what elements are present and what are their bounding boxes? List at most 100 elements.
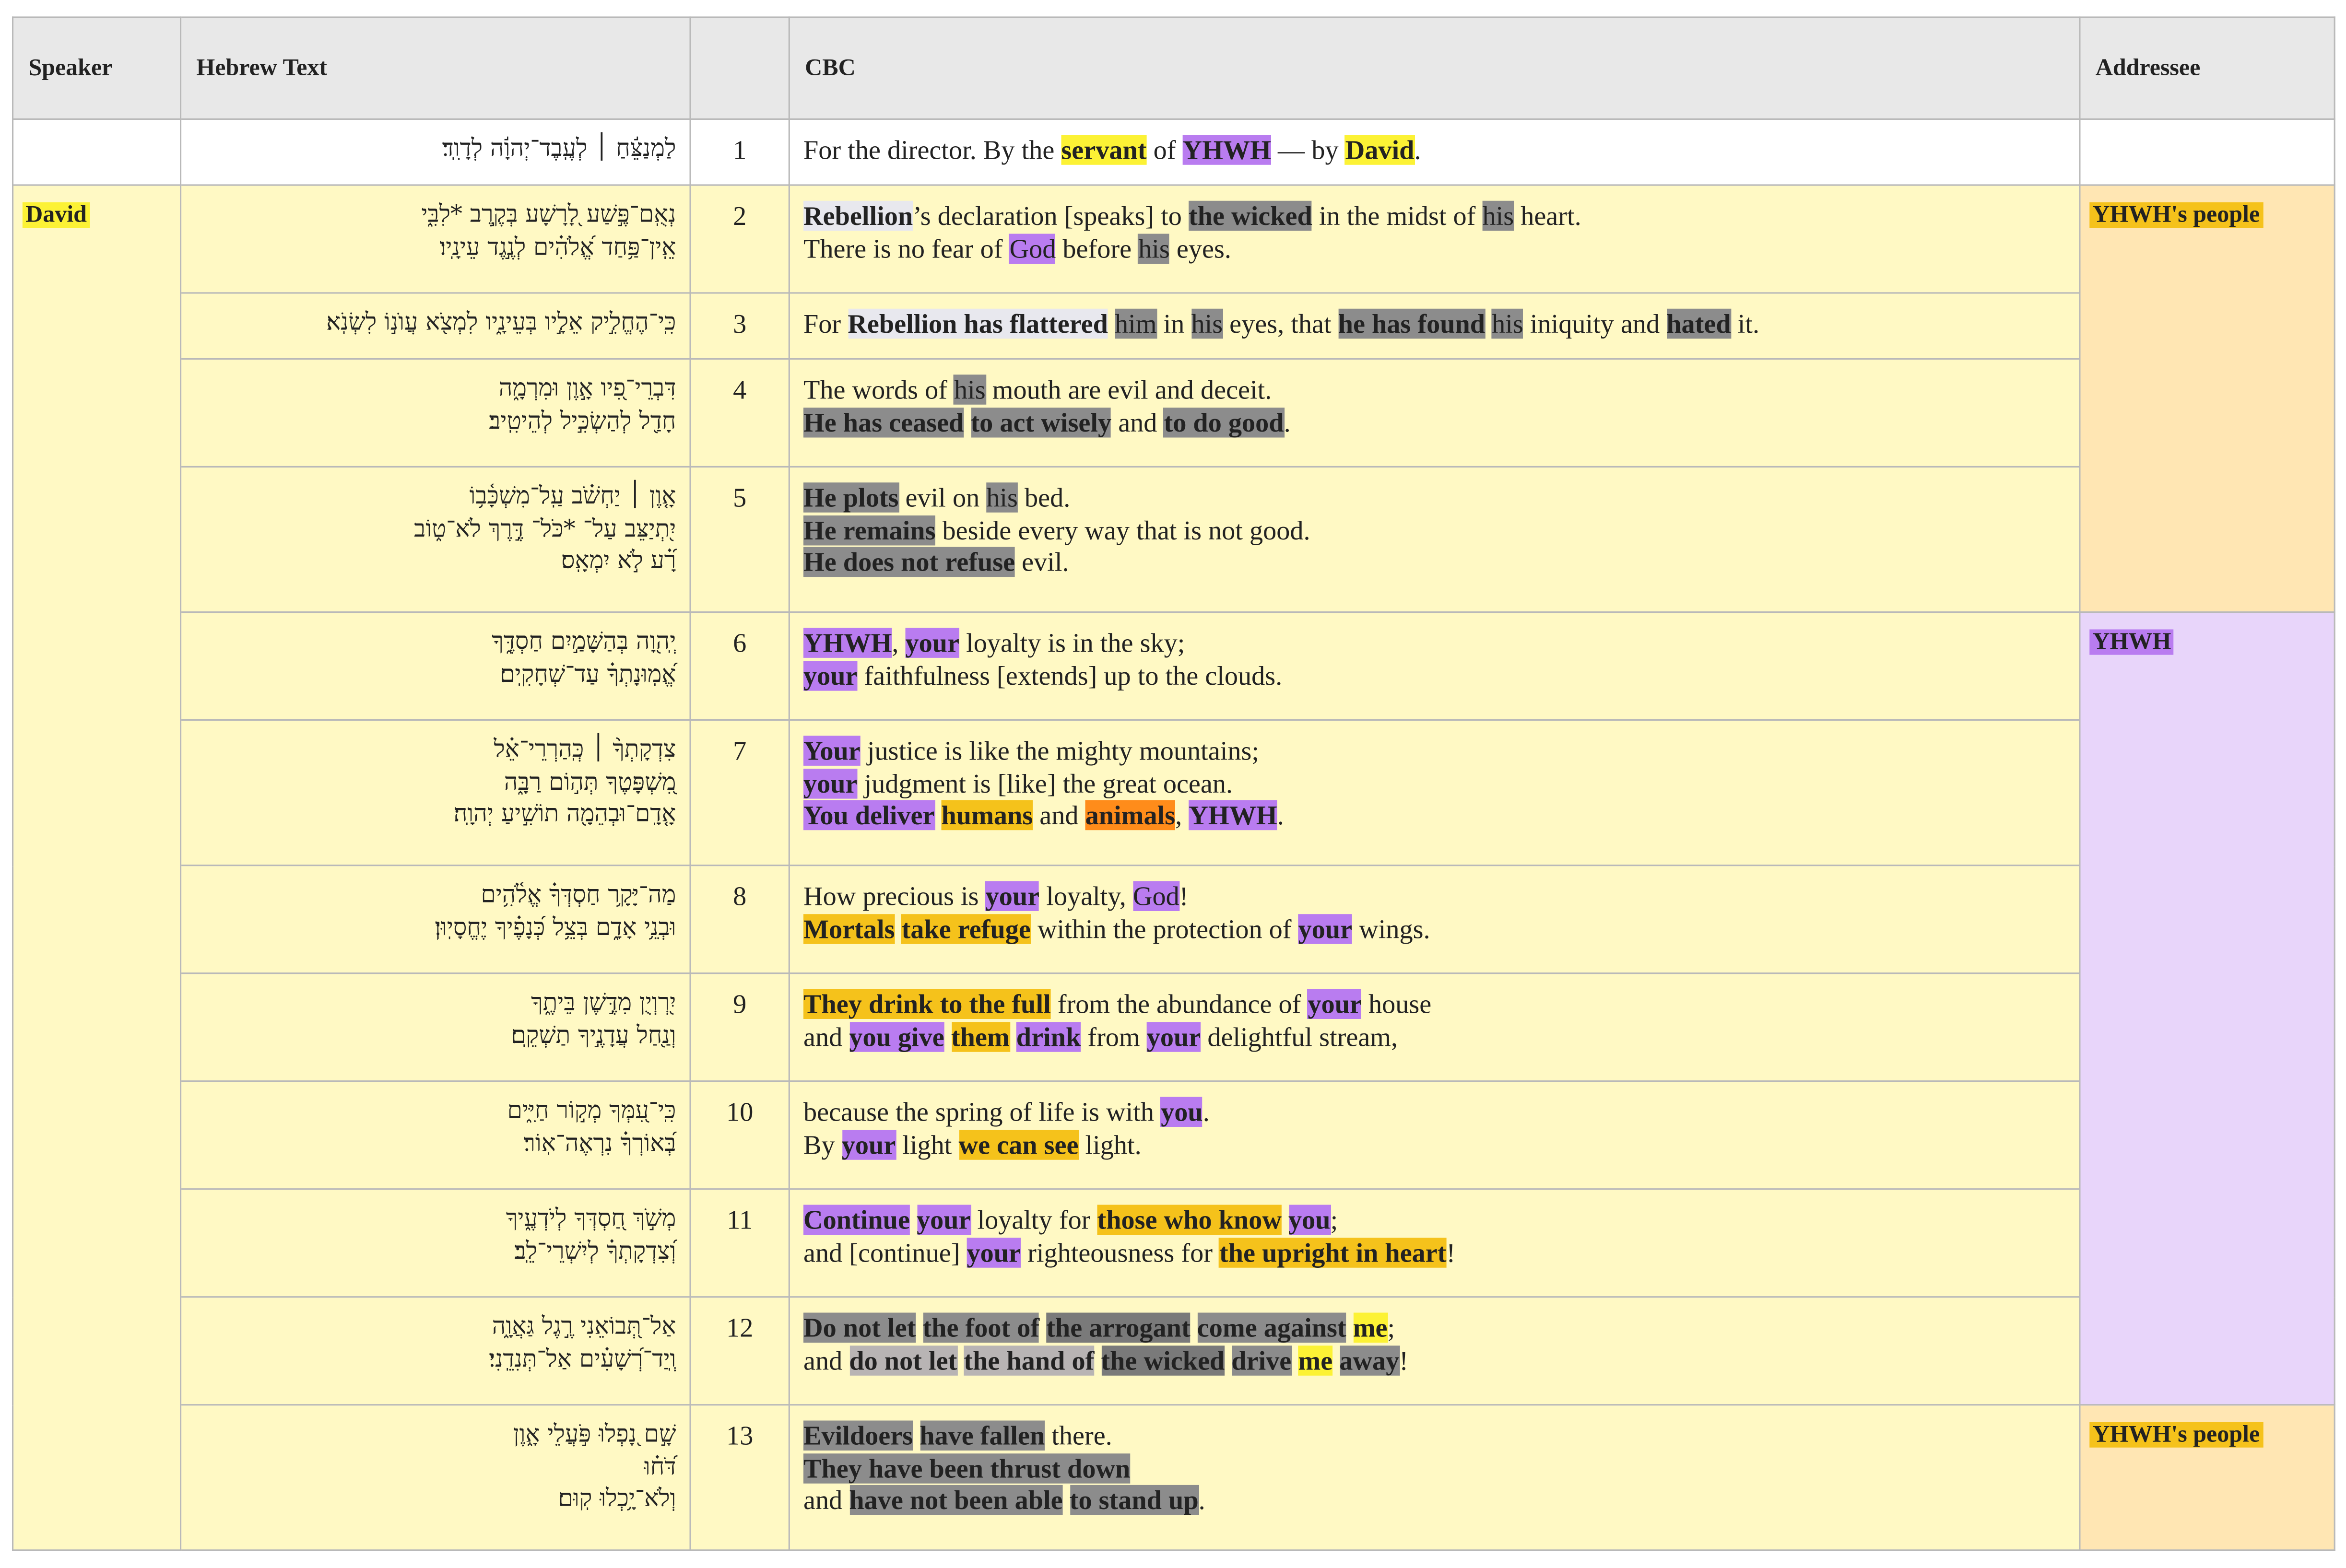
cbc-text: light — [896, 1129, 959, 1159]
cbc-line: By your light we can see light. — [803, 1129, 2064, 1161]
highlighted-phrase: we can see — [958, 1129, 1079, 1159]
hebrew-cell: מְשֹׁ֣ךְ חַ֭סְדְּךָ לְיֹדְעֶ֑יךָ וְ֝צִדְק… — [180, 1188, 691, 1298]
cbc-text — [910, 1205, 917, 1235]
verse-number-text: 8 — [733, 881, 747, 912]
cbc-cell: He plots evil on his bed. He remains besi… — [788, 466, 2081, 613]
verse-number-pad: 1 — [691, 120, 789, 182]
cbc-pad: For Rebellion has flattered him in his e… — [790, 294, 2079, 356]
highlighted-phrase: me — [1353, 1312, 1388, 1343]
hebrew-line: אֵֽין־פַּ֥חַד אֱ֝לֹהִ֗ים לְנֶ֣גֶד עֵינָֽ… — [439, 231, 676, 260]
verse-number-pad: 12 — [691, 1298, 789, 1360]
highlighted-phrase: his — [1482, 200, 1514, 231]
hebrew-pad: מְשֹׁ֣ךְ חַ֭סְדְּךָ לְיֹדְעֶ֑יךָ וְ֝צִדְק… — [181, 1190, 689, 1278]
cbc-cell: Your justice is like the mighty mountain… — [788, 719, 2081, 866]
cbc-text: judgment is [like] the great ocean. — [857, 768, 1233, 798]
verse-number: 9 — [689, 972, 790, 1082]
highlighted-phrase: animals — [1085, 800, 1176, 831]
hebrew-cell: כִּֽי־הֶחֱלִ֣יק אֵלָ֣יו בְּעֵינָ֑יו לִמְ… — [180, 292, 691, 360]
cbc-text: , — [1175, 800, 1189, 831]
cbc-text: house — [1361, 989, 1432, 1019]
verse-number-pad: 4 — [691, 360, 789, 422]
verse-number-text: 1 — [733, 135, 747, 165]
highlighted-phrase: Continue — [803, 1205, 910, 1235]
verse-number-text: 2 — [733, 200, 747, 231]
col-header-speaker[interactable]: Speaker — [12, 16, 182, 120]
highlighted-phrase: your — [985, 881, 1040, 911]
hebrew-cell: אָ֤וֶן ׀ יַחְשֹׁ֗ב עַֽל־מִשְׁכָּ֫ב֥וֹ יִ֭… — [180, 466, 691, 613]
cbc-text — [916, 1313, 922, 1343]
highlighted-phrase: the hand of — [964, 1345, 1095, 1375]
col-header-cbc[interactable]: CBC — [788, 16, 2081, 120]
verse-row: לַמְנַצֵּ֬חַ ׀ לְעֶֽבֶד־יְהוָ֬ה לְדָוִֽד… — [12, 118, 2335, 186]
cbc-line: Mortals take refuge within the protectio… — [803, 913, 2064, 946]
cbc-line: and [continue] your righteousness for th… — [803, 1237, 2064, 1269]
cbc-text: and — [803, 1485, 849, 1515]
cbc-text — [1039, 1313, 1046, 1343]
highlighted-phrase: God — [1132, 881, 1179, 911]
verse-row: מַה־יָּקָ֥ר חַסְדְּךָ֗ אֱלֹ֫הִ֥ים וּבְנֵ֥… — [13, 865, 2335, 974]
cbc-text: it. — [1731, 308, 1760, 339]
addressee-cell — [2079, 118, 2335, 186]
cbc-line: Do not let the foot of the arrogant come… — [803, 1312, 2064, 1345]
hebrew-pad: שָׁ֣ם נָ֭פְלוּ פֹּ֣עֲלֵי אָ֑וֶן דֹּ֝ח֗וּ ו… — [181, 1405, 689, 1526]
highlighted-phrase: to stand up — [1069, 1485, 1199, 1515]
col-header-number[interactable] — [689, 16, 790, 120]
verse-number-text: 6 — [733, 628, 747, 658]
highlighted-phrase: your — [803, 660, 858, 690]
hebrew-pad: יִ֭רְוְיֻן מִדֶּ֣שֶׁן בֵּיתֶ֑ךָ וְנַ֖חַל … — [181, 974, 689, 1062]
verse-row: שָׁ֣ם נָ֭פְלוּ פֹּ֣עֲלֵי אָ֑וֶן דֹּ֝ח֗וּ ו… — [13, 1404, 2335, 1551]
highlighted-phrase: God — [1009, 233, 1056, 263]
cbc-text — [944, 1021, 951, 1052]
cbc-pad: They drink to the full from the abundanc… — [790, 974, 2079, 1068]
verse-number-pad: 11 — [691, 1190, 789, 1252]
verse-number: 4 — [689, 358, 790, 468]
highlighted-phrase: your — [1298, 913, 1353, 944]
cbc-text — [1108, 309, 1115, 339]
highlighted-phrase: You deliver — [803, 800, 935, 831]
cbc-cell: Continue your loyalty for those who know… — [788, 1188, 2081, 1298]
cbc-cell: How precious is your loyalty, God! Mortal… — [788, 865, 2081, 974]
highlighted-phrase: to do good — [1164, 407, 1284, 437]
cbc-text: heart. — [1514, 200, 1581, 231]
verse-number-pad: 3 — [691, 294, 789, 356]
hebrew-line: כִּֽי־עִ֭מְּךָ מְק֣וֹר חַיִּ֑ים — [507, 1095, 676, 1124]
cbc-text: in — [1156, 308, 1191, 339]
highlighted-phrase: YHWH — [1182, 135, 1271, 165]
cbc-text: eyes. — [1169, 233, 1231, 263]
highlighted-phrase: drive — [1231, 1345, 1292, 1375]
hebrew-pad: יְֽהוָ֭ה בְּהַשָּׁמַ֣יִם חַסְדֶּ֑ךָ אֱ֝מֽ… — [181, 613, 689, 701]
verse-number-text: 13 — [726, 1420, 754, 1451]
highlighted-phrase: his — [954, 374, 986, 405]
highlighted-phrase: YHWH — [803, 628, 892, 658]
cbc-line: and have not been able to stand up. — [803, 1485, 2064, 1517]
cbc-text: ! — [1179, 881, 1189, 912]
hebrew-line: אַל־תְּ֭בוֹאֵנִי רֶ֣גֶל גַּאֲוָ֑ה — [492, 1311, 676, 1340]
cbc-text: . — [1284, 407, 1291, 437]
hebrew-cell: יִ֭רְוְיֻן מִדֶּ֣שֶׁן בֵּיתֶ֑ךָ וְנַ֖חַל … — [180, 972, 691, 1082]
verse-number: 6 — [689, 611, 790, 721]
col-header-hebrew[interactable]: Hebrew Text — [180, 16, 691, 120]
cbc-text: , — [892, 628, 906, 658]
cbc-pad: Continue your loyalty for those who know… — [790, 1190, 2079, 1284]
cbc-text: light. — [1078, 1129, 1142, 1159]
hebrew-line: אָ֤דָֽם־וּבְהֵמָ֖ה תוֹשִׁ֣יעַ יְהוָֽה׃ — [453, 798, 676, 827]
cbc-text: in the midst of — [1312, 200, 1483, 231]
verse-number-text: 11 — [727, 1205, 753, 1235]
hebrew-pad: כִּֽי־עִ֭מְּךָ מְק֣וֹר חַיִּ֑ים בְּ֝אוֹרְ… — [181, 1082, 689, 1170]
addressee-badge: YHWH's people — [2089, 202, 2263, 228]
col-header-addressee[interactable]: Addressee — [2079, 16, 2335, 120]
verse-number-text: 7 — [733, 736, 747, 766]
verse-number-pad: 8 — [691, 866, 789, 928]
highlighted-phrase: the wicked — [1188, 200, 1312, 231]
verse-row: יְֽהוָ֭ה בְּהַשָּׁמַ֣יִם חַסְדֶּ֑ךָ אֱ֝מֽ… — [13, 611, 2335, 1406]
cbc-text: ; — [1330, 1205, 1338, 1235]
hebrew-cell: שָׁ֣ם נָ֭פְלוּ פֹּ֣עֲלֵי אָ֑וֶן דֹּ֝ח֗וּ ו… — [180, 1404, 691, 1551]
cbc-text: because the spring of life is with — [803, 1097, 1161, 1127]
cbc-text: By — [803, 1129, 842, 1159]
cbc-text: evil on — [898, 482, 987, 513]
hebrew-line: שָׁ֣ם נָ֭פְלוּ פֹּ֣עֲלֵי אָ֑וֶן — [513, 1419, 676, 1448]
highlighted-phrase: They have been thrust down — [803, 1452, 1131, 1483]
verse-number: 1 — [689, 118, 790, 186]
cbc-text: ! — [1399, 1345, 1408, 1375]
cbc-text: there. — [1045, 1420, 1112, 1451]
